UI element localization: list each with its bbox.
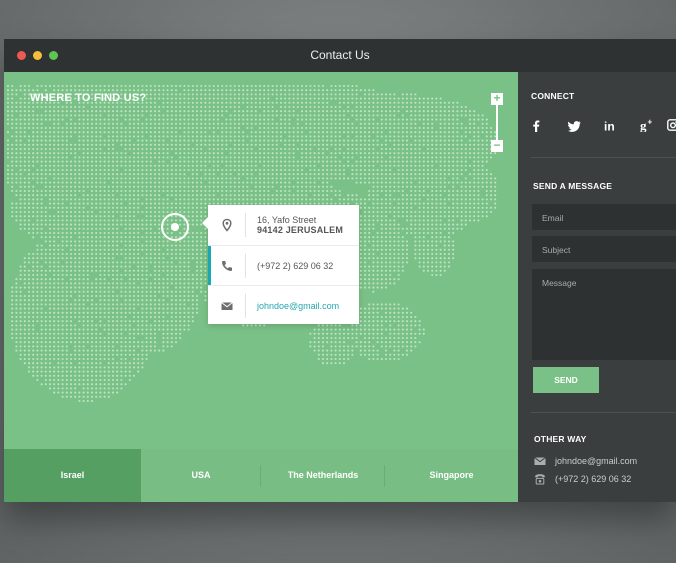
instagram-icon[interactable] <box>667 119 676 131</box>
contact-sidebar: CONNECT in g + SEND A MESSAGE Email Subj… <box>518 72 676 502</box>
card-separator <box>245 213 246 237</box>
card-phone-row: (+972 2) 629 06 32 <box>208 245 359 286</box>
email-field-placeholder: Email <box>542 213 564 223</box>
location-pin-icon <box>222 218 232 232</box>
title-bar: Contact Us <box>4 39 676 72</box>
twitter-icon[interactable] <box>568 121 581 132</box>
location-marker-dot <box>171 223 179 231</box>
card-address-row: 16, Yafo Street 94142 JERUSALEM <box>208 205 359 245</box>
send-button[interactable]: SEND <box>533 367 599 393</box>
subject-field-placeholder: Subject <box>542 245 571 255</box>
card-separator <box>245 294 246 318</box>
subject-field[interactable]: Subject <box>532 236 676 262</box>
zoom-out-button[interactable]: − <box>491 139 503 152</box>
telephone-icon <box>535 474 545 485</box>
zoom-in-button[interactable]: + <box>491 92 503 105</box>
phone-icon <box>222 261 232 271</box>
email-link[interactable]: johndoe@gmail.com <box>257 301 339 311</box>
map-heading: WHERE TO FIND US? <box>30 92 147 104</box>
contact-window: Contact Us WHERE TO FIND US? + − 16, Yaf… <box>4 39 676 502</box>
country-tabs: Israel USA The Netherlands Singapore <box>4 449 518 502</box>
linkedin-icon[interactable]: in <box>604 120 618 132</box>
message-field[interactable]: Message <box>532 269 676 360</box>
other-email-text: johndoe@gmail.com <box>555 456 638 466</box>
window-title: Contact Us <box>310 48 370 62</box>
envelope-icon <box>221 302 233 310</box>
card-email-row: johndoe@gmail.com <box>208 285 359 325</box>
other-way-heading: OTHER WAY <box>534 434 587 444</box>
section-divider <box>531 157 676 158</box>
address-line-2: 94142 JERUSALEM <box>257 225 344 235</box>
contact-card: 16, Yafo Street 94142 JERUSALEM (+972 2)… <box>202 205 359 325</box>
other-phone-text: (+972 2) 629 06 32 <box>555 474 632 484</box>
active-row-indicator <box>208 246 211 286</box>
google-plus-icon[interactable]: g + <box>640 118 654 132</box>
facebook-icon[interactable] <box>531 120 541 132</box>
envelope-icon <box>534 457 546 465</box>
email-field[interactable]: Email <box>532 204 676 230</box>
message-field-placeholder: Message <box>542 278 577 288</box>
location-marker[interactable] <box>161 213 189 241</box>
tab-usa[interactable]: USA <box>141 449 261 502</box>
connect-heading: CONNECT <box>531 91 575 101</box>
tab-singapore[interactable]: Singapore <box>385 449 518 502</box>
tab-the-netherlands[interactable]: The Netherlands <box>261 449 385 502</box>
zoom-slider[interactable] <box>496 105 498 140</box>
card-separator <box>245 254 246 278</box>
section-divider <box>531 412 676 413</box>
address-line-1: 16, Yafo Street <box>257 215 317 225</box>
send-message-heading: SEND A MESSAGE <box>533 181 613 191</box>
phone-number: (+972 2) 629 06 32 <box>257 261 334 271</box>
world-map[interactable]: WHERE TO FIND US? + − 16, Yafo Street 94… <box>4 72 518 449</box>
tab-israel[interactable]: Israel <box>4 449 141 502</box>
